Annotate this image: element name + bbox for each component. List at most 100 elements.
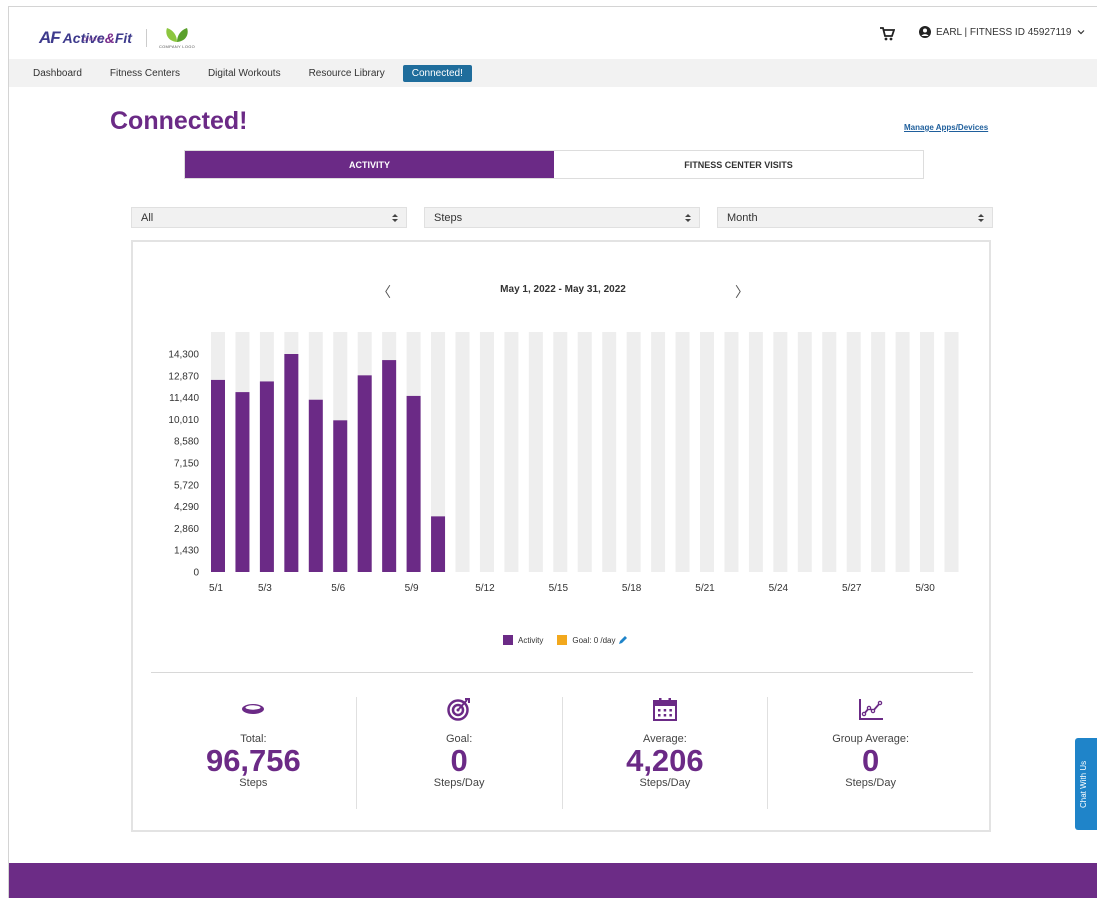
stat-goal-unit: Steps/Day — [433, 777, 485, 789]
next-period-button[interactable]: 〉 — [735, 282, 749, 302]
scale-icon — [242, 704, 265, 714]
select-arrows-icon — [392, 214, 398, 222]
metric-select[interactable]: Steps — [424, 207, 700, 228]
x-tick-label: 5/6 — [331, 583, 345, 594]
x-tick-label: 5/18 — [622, 583, 642, 594]
account-label: EARL | FITNESS ID 45927119 — [936, 26, 1072, 38]
manage-apps-link[interactable]: Manage Apps/Devices — [904, 123, 988, 132]
bar-background — [871, 332, 886, 572]
activity-bar[interactable] — [211, 379, 225, 572]
bar-background — [822, 332, 837, 572]
company-logo-caption: COMPANY LOGO — [158, 44, 196, 49]
view-tabs: ACTIVITY FITNESS CENTER VISITS — [184, 150, 924, 179]
bar-background — [626, 332, 641, 572]
y-tick-label: 2,860 — [174, 524, 199, 535]
date-range-label: May 1, 2022 - May 31, 2022 — [500, 284, 626, 295]
bar-background — [528, 332, 543, 572]
y-tick-label: 11,440 — [169, 393, 199, 404]
bar-background — [748, 332, 763, 572]
chat-with-us-button[interactable]: Chat With Us — [1075, 738, 1097, 830]
metric-select-value: Steps — [434, 211, 463, 224]
activity-bar[interactable] — [431, 516, 446, 572]
bar-background — [504, 332, 519, 572]
bar-background — [577, 332, 592, 572]
tab-activity[interactable]: ACTIVITY — [185, 151, 554, 178]
target-icon — [447, 698, 471, 721]
member-select-value: All — [141, 211, 154, 224]
activity-bar[interactable] — [382, 360, 397, 572]
calendar-icon — [652, 698, 677, 721]
bar-background — [920, 332, 935, 572]
brand-logo[interactable]: AF Active&Fit DIRECT COMPANY LOGO — [39, 23, 195, 53]
y-tick-label: 4,290 — [174, 502, 199, 513]
legend-goal: Goal: 0 /day — [557, 635, 628, 645]
legend-activity-swatch — [503, 635, 513, 645]
select-arrows-icon — [978, 214, 984, 222]
bar-background — [455, 332, 470, 572]
nav-digital-workouts[interactable]: Digital Workouts — [208, 68, 281, 79]
stat-average-unit: Steps/Day — [639, 777, 691, 789]
bar-background — [773, 332, 788, 572]
footer-bar — [9, 863, 1097, 898]
leaf-icon — [166, 28, 188, 42]
chart-legend: Activity Goal: 0 /day — [503, 635, 642, 645]
activity-bar[interactable] — [357, 375, 372, 572]
bar-background — [724, 332, 739, 572]
activity-bar[interactable] — [406, 395, 421, 572]
y-tick-label: 10,010 — [168, 415, 199, 426]
prev-period-button[interactable]: 〈 — [377, 282, 391, 302]
chat-label: Chat With Us — [1079, 760, 1088, 808]
y-tick-label: 8,580 — [174, 437, 199, 448]
activity-card: 〈 May 1, 2022 - May 31, 2022 〉 5/1 5/3 5/6… — [131, 240, 991, 832]
logo-divider — [145, 29, 147, 47]
y-tick-label: 7,150 — [174, 459, 199, 470]
bar-background — [944, 332, 959, 572]
stat-group-average: Group Average: 0 Steps/Day — [768, 697, 973, 809]
stat-total: Total: 96,756 Steps — [151, 697, 357, 809]
chevron-down-icon — [1078, 30, 1085, 35]
x-tick-label: 5/15 — [549, 583, 569, 594]
select-arrows-icon — [685, 214, 691, 222]
steps-bar-chart: 5/1 5/3 5/6 5/9 5/12 5/15 5/18 5/21 5/24 5/27 5/30… — [168, 332, 959, 594]
main-nav: Dashboard Fitness Centers Digital Workou… — [9, 59, 1097, 87]
x-tick-label: 5/12 — [475, 583, 495, 594]
page-title: Connected! — [110, 107, 248, 135]
bar-background — [797, 332, 812, 572]
legend-activity: Activity — [503, 635, 543, 645]
stats-row: Total: 96,756 Steps Goal: 0 Steps/Day Av… — [151, 697, 973, 809]
activity-bar[interactable] — [235, 392, 250, 572]
period-select[interactable]: Month — [717, 207, 993, 228]
nav-fitness-centers[interactable]: Fitness Centers — [110, 68, 180, 79]
activity-bar[interactable] — [284, 354, 299, 572]
account-menu[interactable]: EARL | FITNESS ID 45927119 — [919, 26, 1085, 38]
x-tick-label: 5/9 — [405, 583, 419, 594]
edit-goal-pencil-icon[interactable] — [618, 635, 628, 645]
x-tick-label: 5/3 — [258, 583, 272, 594]
y-tick-label: 0 — [193, 568, 199, 579]
bar-background — [479, 332, 494, 572]
bar-background — [895, 332, 910, 572]
tab-fitness-center-visits[interactable]: FITNESS CENTER VISITS — [554, 151, 923, 178]
bar-background — [602, 332, 617, 572]
nav-dashboard[interactable]: Dashboard — [33, 68, 82, 79]
stat-average-value: 4,206 — [626, 743, 704, 778]
activity-bar[interactable] — [259, 381, 274, 572]
legend-activity-label: Activity — [518, 635, 544, 645]
company-logo: COMPANY LOGO — [159, 27, 195, 49]
bar-background — [675, 332, 690, 572]
x-tick-label: 5/27 — [842, 583, 862, 594]
bar-background — [553, 332, 568, 572]
nav-connected[interactable]: Connected! — [402, 64, 472, 82]
stat-goal: Goal: 0 Steps/Day — [357, 697, 563, 809]
bar-background — [846, 332, 861, 572]
nav-resource-library[interactable]: Resource Library — [309, 68, 385, 79]
cart-icon[interactable] — [879, 26, 895, 42]
member-select[interactable]: All — [131, 207, 407, 228]
brand-sub: DIRECT — [83, 37, 105, 43]
activity-bar[interactable] — [333, 420, 348, 572]
stat-average: Average: 4,206 Steps/Day — [563, 697, 769, 809]
x-tick-label: 5/21 — [695, 583, 715, 594]
y-tick-label: 14,300 — [168, 350, 199, 361]
activity-bar[interactable] — [308, 399, 323, 572]
stat-total-value: 96,756 — [205, 743, 301, 778]
